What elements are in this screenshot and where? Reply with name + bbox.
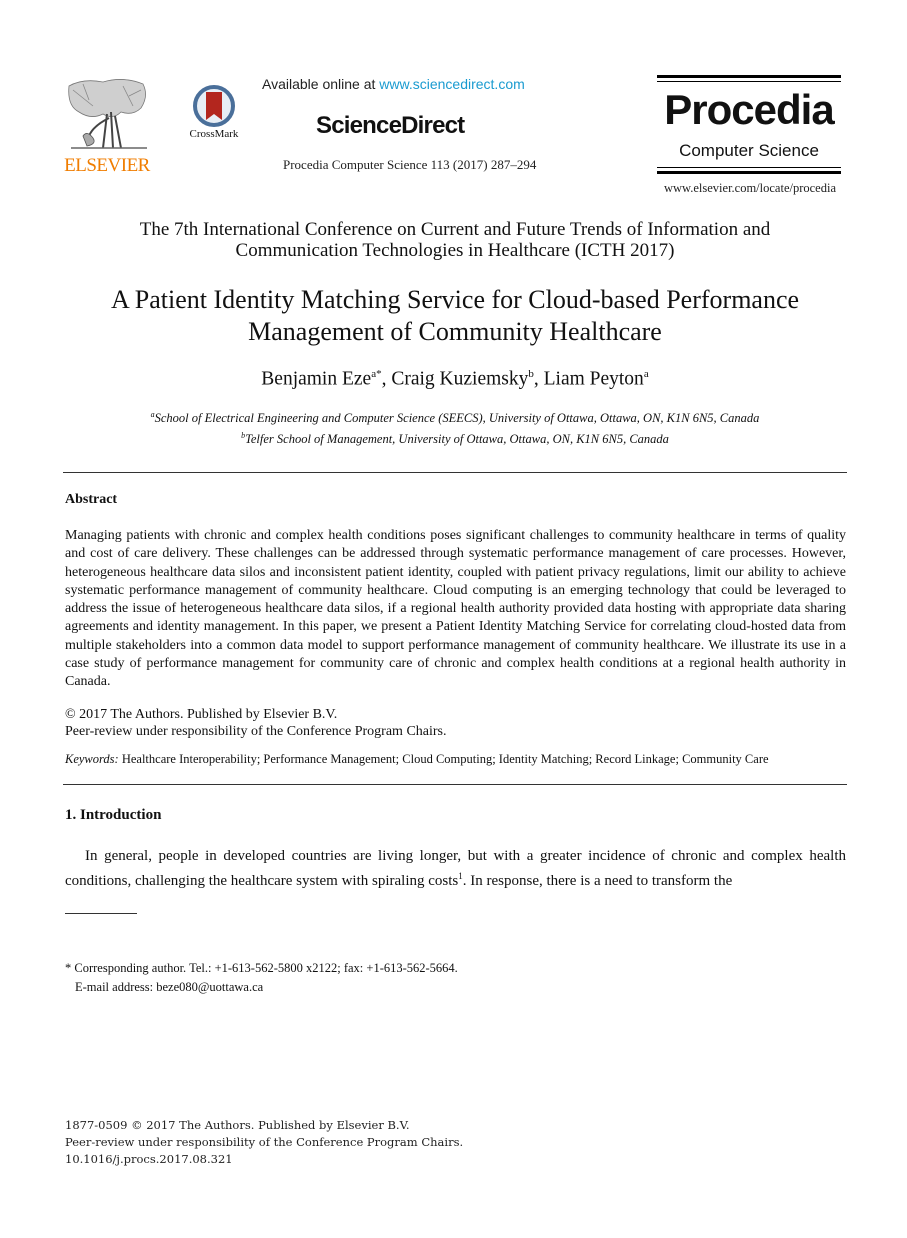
author-separator: ,: [533, 368, 544, 390]
footnote: * Corresponding author. Tel.: +1-613-562…: [65, 959, 458, 996]
keywords-label: Keywords:: [65, 752, 119, 766]
author-email: E-mail address: beze080@uottawa.ca: [75, 979, 264, 994]
affiliation-item: bTelfer School of Management, University…: [60, 427, 850, 448]
copyright-notice: © 2017 The Authors. Published by Elsevie…: [65, 707, 338, 722]
author-affiliation-mark: a: [643, 368, 649, 380]
crossmark-icon: [193, 85, 235, 127]
peer-review-line: Peer-review under responsibility of the …: [65, 1135, 464, 1149]
publication-info: 1877-0509 © 2017 The Authors. Published …: [65, 1117, 463, 1168]
issn-line: 1877-0509 © 2017 The Authors. Published …: [65, 1118, 410, 1132]
title-line-2: Management of Community Healthcare: [248, 317, 662, 346]
sciencedirect-brand: ScienceDirect: [316, 112, 465, 139]
divider: [657, 167, 841, 168]
divider: [63, 784, 847, 785]
sciencedirect-link[interactable]: www.sciencedirect.com: [379, 76, 525, 92]
keywords-list: Healthcare Interoperability; Performance…: [121, 752, 769, 766]
peer-review-notice: Peer-review under responsibility of the …: [65, 724, 447, 739]
title-line-1: A Patient Identity Matching Service for …: [110, 285, 800, 314]
author-name: Liam Peyton: [543, 368, 644, 390]
divider: [657, 171, 841, 174]
author-affiliation-mark: a*: [371, 368, 382, 380]
procedia-logo: Procedia Computer Science: [657, 75, 841, 177]
conference-name: The 7th International Conference on Curr…: [90, 219, 820, 261]
conference-line-1: The 7th International Conference on Curr…: [139, 219, 771, 240]
footnote-rule: [65, 913, 137, 914]
journal-reference: Procedia Computer Science 113 (2017) 287…: [283, 157, 537, 172]
crossmark-label: CrossMark: [189, 128, 239, 140]
keywords: Keywords: Healthcare Interoperability; P…: [65, 752, 769, 767]
abstract-heading: Abstract: [65, 492, 118, 507]
divider: [657, 75, 841, 78]
procedia-title: Procedia: [664, 86, 834, 133]
affiliations: aSchool of Electrical Engineering and Co…: [60, 406, 850, 448]
author-name: Craig Kuziemsky: [391, 368, 529, 390]
affiliation-item: aSchool of Electrical Engineering and Co…: [60, 406, 850, 427]
crossmark-badge[interactable]: CrossMark: [186, 84, 242, 144]
divider: [63, 472, 847, 473]
available-prefix: Available online at: [262, 76, 380, 92]
available-online: Available online at www.sciencedirect.co…: [262, 76, 525, 92]
corresponding-author: * Corresponding author. Tel.: +1-613-562…: [65, 961, 458, 975]
introduction-paragraph: In general, people in developed countrie…: [65, 846, 846, 891]
author-separator: ,: [381, 368, 392, 390]
divider: [657, 81, 841, 82]
author-list: Benjamin Ezea*, Craig Kuziemskyb, Liam P…: [100, 368, 810, 391]
affiliation-text: Telfer School of Management, University …: [245, 432, 669, 447]
procedia-subtitle: Computer Science: [679, 141, 819, 160]
elsevier-tree-icon: [68, 79, 147, 149]
journal-url[interactable]: www.elsevier.com/locate/procedia: [657, 181, 843, 196]
conference-line-2: Communication Technologies in Healthcare…: [235, 240, 675, 261]
author-name: Benjamin Eze: [261, 368, 372, 390]
elsevier-logo: ELSEVIER: [63, 76, 151, 178]
section-heading-introduction: 1. Introduction: [65, 807, 162, 823]
intro-text-continued: . In response, there is a need to transf…: [462, 873, 733, 889]
affiliation-text: School of Electrical Engineering and Com…: [154, 411, 760, 426]
paper-title: A Patient Identity Matching Service for …: [50, 284, 860, 348]
doi[interactable]: 10.1016/j.procs.2017.08.321: [65, 1151, 463, 1168]
elsevier-wordmark: ELSEVIER: [64, 155, 150, 176]
abstract-body: Managing patients with chronic and compl…: [65, 528, 846, 690]
